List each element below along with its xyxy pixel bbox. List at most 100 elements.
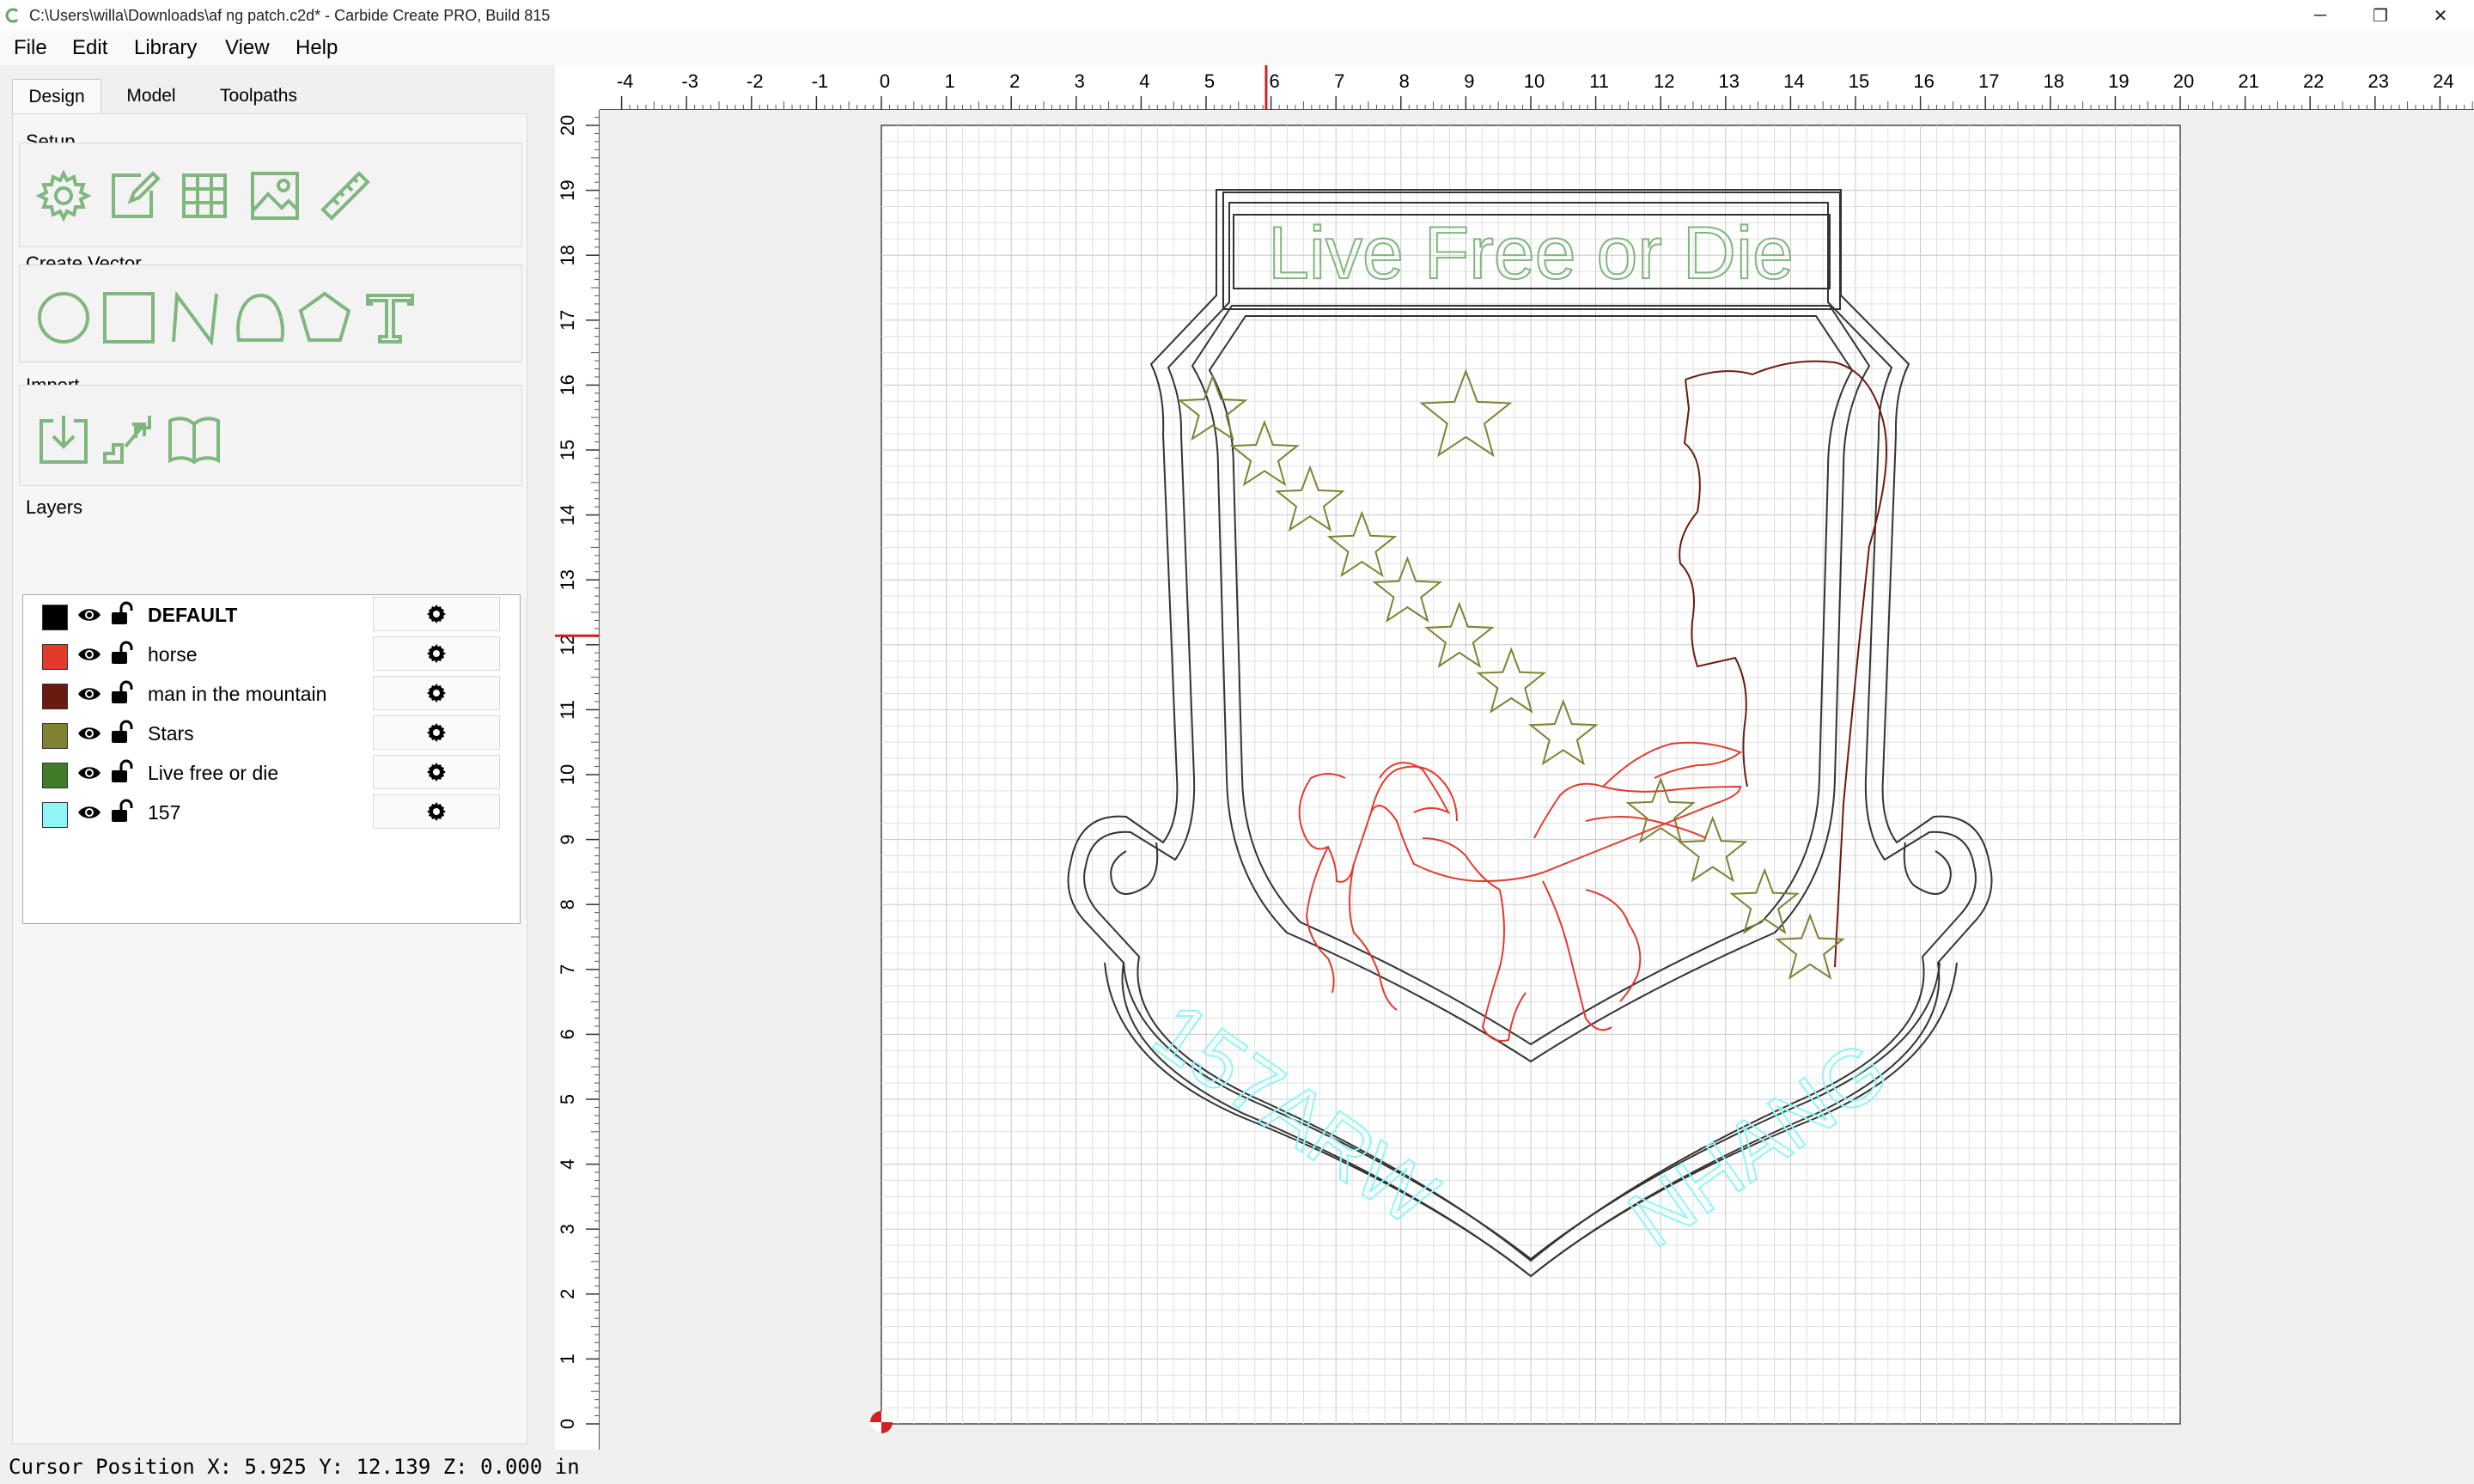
unlock-icon[interactable] [109,719,135,745]
layer-color-swatch[interactable] [42,763,68,788]
job-setup-gear-icon[interactable] [35,168,92,223]
text-icon[interactable] [363,290,417,345]
layer-settings-button[interactable] [373,676,500,710]
layer-color-swatch[interactable] [42,723,68,749]
eye-icon[interactable] [76,800,102,825]
ruler-tick-label: 2 [1009,70,1020,92]
unlock-icon[interactable] [109,758,135,784]
grid-icon[interactable] [177,168,232,223]
import-group [19,385,522,486]
tab-design[interactable]: Design [12,79,101,113]
unlock-icon[interactable] [109,679,135,705]
ruler-tick-label: 3 [557,1224,578,1234]
menu-view[interactable]: View [225,36,270,60]
ruler-tick-label: 6 [557,1029,578,1039]
ruler-tick-label: -3 [681,70,698,92]
close-button[interactable]: ✕ [2402,0,2474,31]
layer-name[interactable]: 157 [148,801,180,824]
layer-name[interactable]: Stars [148,722,194,745]
layers-title: Layers [26,496,83,518]
layer-settings-button[interactable] [373,597,500,631]
layer-name[interactable]: Live free or die [148,762,278,785]
curve-icon[interactable] [232,290,287,345]
layer-row-man-in-the-mountain[interactable]: man in the mountain [23,674,520,714]
origin-marker-icon [870,1411,893,1433]
layer-row-stars[interactable]: Stars [23,714,520,753]
ruler-tick-label: 20 [2173,70,2194,92]
design-canvas-area[interactable]: -4 -3 -2 -1 0 1 2 3 4 5 6 7 8 9 10 11 12 13 14 15 16 17 18 19 20… [555,65,2474,1450]
rectangle-icon[interactable] [101,290,156,345]
import-icon[interactable] [36,412,91,467]
ruler-tick-label: 13 [1719,70,1740,92]
edit-document-icon[interactable] [107,168,161,223]
polyline-icon[interactable] [167,290,222,347]
layer-row-horse[interactable]: horse [23,635,520,674]
ruler-tick-label: 5 [1204,70,1215,92]
layer-name[interactable]: man in the mountain [148,683,326,706]
unlock-icon[interactable] [109,600,135,626]
library-icon[interactable] [167,412,222,467]
unlock-icon[interactable] [109,640,135,666]
layer-color-swatch[interactable] [42,605,68,630]
ruler-icon[interactable] [318,168,373,223]
design-panel: Design Model Toolpaths Setup Create Vect… [0,65,545,1450]
layer-settings-button[interactable] [373,636,500,671]
menu-help[interactable]: Help [296,36,338,60]
ruler-tick-label: 7 [1334,70,1344,92]
ruler-tick-label: 10 [1524,70,1545,92]
eye-icon[interactable] [76,721,102,746]
ruler-tick-label: 14 [1783,70,1804,92]
ruler-tick-label: 16 [557,374,578,395]
ruler-tick-label: 11 [1589,70,1609,92]
design-drawing[interactable]: -4 -3 -2 -1 0 1 2 3 4 5 6 7 8 9 10 11 12 13 14 15 16 17 18 19 20… [555,65,2474,1450]
layers-list: DEFAULT horse man in the mountain Stars [22,594,521,924]
ruler-tick-label: 6 [1269,70,1279,92]
ruler-tick-label: 22 [2303,70,2324,92]
unlock-icon[interactable] [109,798,135,824]
ruler-tick-label: 18 [2044,70,2064,92]
ruler-tick-label: 19 [557,179,578,200]
layer-settings-button[interactable] [373,715,500,750]
ruler-tick-label: 8 [557,899,578,909]
ruler-tick-label: 17 [557,310,578,331]
tab-toolpaths[interactable]: Toolpaths [203,79,314,113]
layer-color-swatch[interactable] [42,684,68,709]
image-icon[interactable] [247,168,302,223]
layer-color-swatch[interactable] [42,644,68,670]
layer-settings-button[interactable] [373,794,500,829]
menu-library[interactable]: Library [134,36,197,60]
ruler-tick-label: 7 [557,964,578,975]
ruler-tick-label: 1 [944,70,954,92]
eye-icon[interactable] [76,760,102,786]
eye-icon[interactable] [76,602,102,628]
import-bitmap-icon[interactable] [101,412,156,467]
menu-edit[interactable]: Edit [72,36,107,60]
horizontal-ruler-ticks: -4 -3 -2 -1 0 1 2 3 4 5 6 7 8 9 10 11 12 13 14 15 16 17 18 19 20… [617,70,2473,110]
layer-settings-button[interactable] [373,755,500,789]
layer-name[interactable]: DEFAULT [148,604,237,627]
title-bar: C:\Users\willa\Downloads\af ng patch.c2d… [0,0,2474,31]
gear-icon [427,763,446,782]
ruler-tick-label: 3 [1075,70,1085,92]
gear-icon [427,605,446,623]
ruler-tick-label: 12 [1654,70,1674,92]
ruler-tick-label: 2 [557,1289,578,1299]
ruler-tick-label: 23 [2368,70,2389,92]
layer-name[interactable]: horse [148,643,198,666]
ruler-tick-label: 11 [557,700,578,720]
ruler-tick-label: -2 [746,70,764,92]
menu-bar: File Edit Library View Help [0,31,2474,65]
layer-row-157[interactable]: 157 [23,793,520,832]
polygon-icon[interactable] [297,290,352,345]
layer-row-live-free-or-die[interactable]: Live free or die [23,753,520,793]
eye-icon[interactable] [76,642,102,667]
gear-icon [427,644,446,663]
gear-icon [427,723,446,742]
menu-file[interactable]: File [14,36,47,60]
layer-color-swatch[interactable] [42,802,68,828]
circle-icon[interactable] [36,290,91,345]
eye-icon[interactable] [76,681,102,707]
layer-row-default[interactable]: DEFAULT [23,595,520,635]
banner-text[interactable]: Live Free or Die [1267,211,1795,295]
tab-model[interactable]: Model [107,79,196,113]
